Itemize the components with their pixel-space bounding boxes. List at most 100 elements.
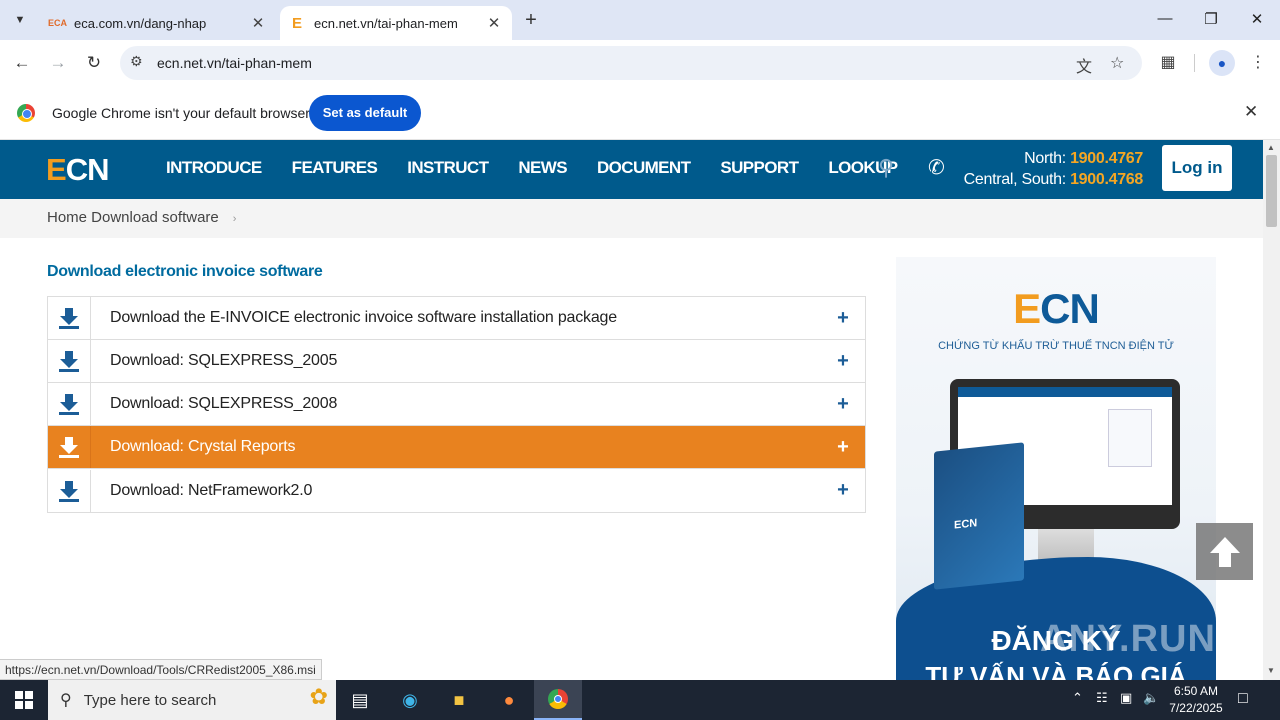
taskbar-clock[interactable]: 6:50 AM 7/22/2025 [1164, 683, 1228, 717]
translate-icon[interactable]: 文 [1076, 53, 1092, 77]
tab-favicon: E [291, 14, 302, 32]
breadcrumb-bar: Home Download software › [0, 199, 1263, 238]
browser-toolbar: ← → ↻ ⚙ ecn.net.vn/tai-phan-mem 文 ☆ ▦ ● … [0, 40, 1280, 86]
download-row-sqlexpress-2008[interactable]: Download: SQLEXPRESS_2008 + [48, 383, 865, 426]
arrow-right-icon: → [49, 53, 67, 72]
bookmark-star-icon[interactable]: ☆ [1110, 53, 1124, 73]
reload-button[interactable]: ↻ [82, 52, 106, 76]
reload-icon: ↻ [86, 53, 102, 72]
download-label: Download the E-INVOICE electronic invoic… [110, 309, 617, 326]
tab-search-button[interactable]: ▼ [8, 8, 32, 32]
arrow-up-icon [1209, 536, 1240, 567]
chevron-up-icon[interactable]: ⌃ [1072, 690, 1083, 706]
hotline: North: 1900.4767 Central, South: 1900.47… [963, 148, 1144, 190]
default-browser-infobar: Google Chrome isn't your default browser… [0, 86, 1280, 140]
tab-strip: ▼ ECA eca.com.vn/dang-nhap ✕ E ecn.net.v… [0, 0, 1280, 40]
banner-logo: ECN [1013, 285, 1100, 332]
menu-features[interactable]: FEATURES [292, 158, 378, 178]
extensions-icon[interactable]: ▦ [1156, 52, 1180, 72]
search-icon: ⚲ [60, 692, 72, 709]
task-view-icon[interactable]: ▤ [336, 680, 384, 720]
restore-button[interactable]: ❐ [1196, 10, 1226, 28]
download-row-sqlexpress-2005[interactable]: Download: SQLEXPRESS_2005 + [48, 340, 865, 383]
breadcrumb-text[interactable]: Home Download software [47, 209, 219, 226]
scroll-down-icon[interactable]: ▼ [1267, 666, 1275, 675]
start-button[interactable] [0, 680, 48, 720]
tab-ecn-download[interactable]: E ecn.net.vn/tai-phan-mem ✕ [280, 6, 512, 40]
download-icon [48, 297, 91, 339]
download-label: Download: NetFramework2.0 [110, 481, 313, 499]
edge-icon[interactable]: ◉ [386, 680, 434, 720]
back-to-top-button[interactable] [1196, 523, 1253, 580]
download-icon [48, 383, 91, 425]
banner-cta-line2: TƯ VẤN VÀ BÁO GIÁ [925, 661, 1187, 680]
menu-news[interactable]: NEWS [518, 158, 567, 178]
clock-date: 7/22/2025 [1169, 701, 1223, 715]
expand-plus-icon[interactable]: + [821, 393, 865, 416]
download-icon [48, 340, 91, 382]
status-url: https://ecn.net.vn/Download/Tools/CRRedi… [0, 659, 322, 680]
minimize-button[interactable]: — [1150, 10, 1180, 27]
login-button[interactable]: Log in [1162, 145, 1232, 191]
hotline-north-number[interactable]: 1900.4767 [1070, 150, 1143, 167]
download-icon [48, 469, 91, 512]
section-title: Download electronic invoice software [47, 263, 323, 280]
hotline-central-number[interactable]: 1900.4768 [1070, 171, 1143, 188]
firefox-icon[interactable]: ● [485, 680, 533, 720]
tab-title: ecn.net.vn/tai-phan-mem [314, 15, 458, 31]
download-row-einvoice[interactable]: Download the E-INVOICE electronic invoic… [48, 297, 865, 340]
file-explorer-icon[interactable]: ■ [435, 680, 483, 720]
tab-favicon: ECA [48, 18, 68, 28]
site-settings-icon[interactable]: ⚙ [130, 53, 143, 70]
menu-support[interactable]: SUPPORT [720, 158, 799, 178]
expand-plus-icon[interactable]: + [821, 436, 865, 459]
person-icon: ● [1217, 55, 1227, 71]
set-as-default-button[interactable]: Set as default [309, 95, 421, 131]
toolbar-divider [1194, 54, 1195, 72]
page-scrollbar[interactable]: ▲ ▼ [1263, 140, 1280, 680]
hotline-central-label: Central, South: [963, 171, 1067, 188]
close-icon[interactable]: ✕ [248, 14, 268, 32]
download-row-crystal-reports[interactable]: Download: Crystal Reports + [48, 426, 865, 469]
expand-plus-icon[interactable]: + [821, 307, 865, 330]
taskbar-search-placeholder: Type here to search [83, 691, 217, 709]
menu-introduce[interactable]: INTRODUCE [166, 158, 262, 178]
download-row-netframework[interactable]: Download: NetFramework2.0 + [48, 469, 865, 512]
taskbar-search[interactable]: ⚲ Type here to search ✿ [48, 680, 336, 720]
network-icon[interactable]: ▣ [1120, 690, 1132, 706]
menu-kebab-icon[interactable]: ⋮ [1246, 52, 1270, 72]
scroll-thumb[interactable] [1266, 155, 1277, 227]
profile-avatar[interactable]: ● [1209, 50, 1235, 76]
back-button[interactable]: ← [10, 52, 34, 76]
chrome-logo-icon [548, 689, 568, 709]
close-icon[interactable]: ✕ [484, 14, 504, 32]
volume-icon[interactable]: 🔈 [1143, 690, 1159, 706]
address-url[interactable]: ecn.net.vn/tai-phan-mem [157, 55, 312, 71]
hotline-north-label: North: [1024, 150, 1066, 167]
menu-document[interactable]: DOCUMENT [597, 158, 691, 178]
new-tab-button[interactable]: + [520, 9, 542, 32]
search-icon[interactable]: ⚲ [878, 155, 894, 181]
device-icon[interactable]: ☷ [1096, 690, 1108, 706]
chrome-taskbar-icon[interactable] [534, 680, 582, 720]
download-label: Download: SQLEXPRESS_2005 [110, 352, 338, 369]
close-window-button[interactable]: ✕ [1242, 10, 1272, 28]
address-bar[interactable]: ⚙ ecn.net.vn/tai-phan-mem 文 ☆ [120, 46, 1142, 80]
watermark: ANY.RUN [1040, 618, 1216, 660]
tab-title: eca.com.vn/dang-nhap [74, 15, 207, 31]
site-logo[interactable]: ECN [46, 152, 109, 188]
chrome-logo-icon [17, 104, 35, 122]
notification-icon[interactable]: □ [1238, 690, 1248, 708]
download-label: Download: Crystal Reports [110, 438, 296, 455]
tab-eca-login[interactable]: ECA eca.com.vn/dang-nhap ✕ [40, 6, 276, 40]
scroll-up-icon[interactable]: ▲ [1267, 143, 1275, 152]
banner-subtitle: CHỨNG TỪ KHẤU TRỪ THUẾ TNCN ĐIỆN TỬ [938, 340, 1174, 352]
expand-plus-icon[interactable]: + [821, 479, 865, 502]
expand-plus-icon[interactable]: + [821, 350, 865, 373]
forward-button[interactable]: → [46, 52, 70, 76]
close-icon[interactable]: ✕ [1244, 102, 1258, 122]
chevron-down-icon: ▼ [14, 14, 26, 26]
promo-banner[interactable]: ECN CHỨNG TỪ KHẤU TRỪ THUẾ TNCN ĐIỆN TỬ … [896, 257, 1216, 680]
menu-instruct[interactable]: INSTRUCT [407, 158, 489, 178]
main-menu: INTRODUCE FEATURES INSTRUCT NEWS DOCUMEN… [166, 158, 928, 178]
